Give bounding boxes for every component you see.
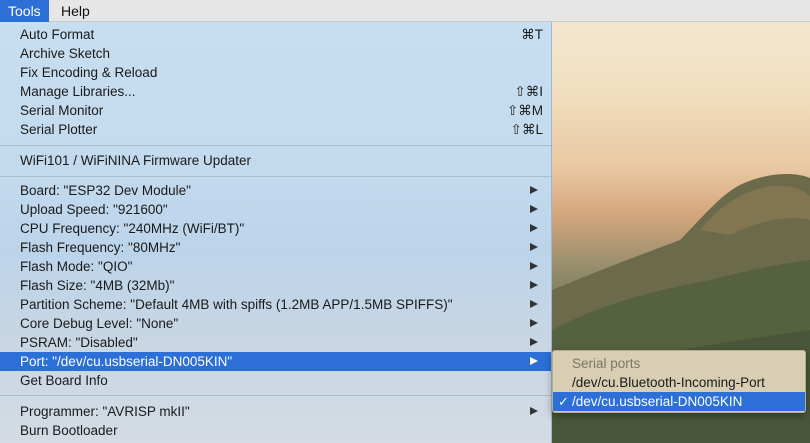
menu-item-label: Serial Monitor (20, 103, 104, 118)
menu-item-label: Serial Plotter (20, 122, 98, 137)
submenu-arrow-icon (530, 357, 538, 365)
menu-item-cpu-frequency[interactable]: CPU Frequency: "240MHz (WiFi/BT)" (0, 219, 551, 238)
submenu-arrow-icon (530, 281, 538, 289)
submenu-arrow-icon (530, 186, 538, 194)
menu-item-label: Archive Sketch (20, 46, 111, 61)
menu-item-label: Flash Frequency: "80MHz" (20, 240, 181, 255)
menu-item-board[interactable]: Board: "ESP32 Dev Module" (0, 181, 551, 200)
menu-item-auto-format[interactable]: Auto Format ⌘T (0, 25, 551, 44)
port-option-bluetooth[interactable]: /dev/cu.Bluetooth-Incoming-Port (553, 373, 805, 392)
checkmark-icon: ✓ (558, 394, 569, 409)
menu-separator (0, 145, 551, 146)
menu-item-label: Partition Scheme: "Default 4MB with spif… (20, 297, 453, 312)
menu-item-label: Upload Speed: "921600" (20, 202, 168, 217)
menu-item-label: Core Debug Level: "None" (20, 316, 179, 331)
menu-item-label: WiFi101 / WiFiNINA Firmware Updater (20, 153, 252, 168)
submenu-arrow-icon (530, 338, 538, 346)
menu-item-label: Port: "/dev/cu.usbserial-DN005KIN" (20, 354, 233, 369)
menu-item-programmer[interactable]: Programmer: "AVRISP mkII" (0, 402, 551, 421)
menu-item-serial-monitor[interactable]: Serial Monitor ⇧⌘M (0, 101, 551, 120)
menu-item-upload-speed[interactable]: Upload Speed: "921600" (0, 200, 551, 219)
menu-item-port[interactable]: Port: "/dev/cu.usbserial-DN005KIN" (0, 352, 551, 371)
menu-item-burn-bootloader[interactable]: Burn Bootloader (0, 421, 551, 440)
submenu-arrow-icon (530, 407, 538, 415)
menu-item-serial-plotter[interactable]: Serial Plotter ⇧⌘L (0, 120, 551, 139)
submenu-arrow-icon (530, 243, 538, 251)
port-option-usbserial[interactable]: ✓ /dev/cu.usbserial-DN005KIN (553, 392, 805, 411)
menu-item-label: PSRAM: "Disabled" (20, 335, 138, 350)
port-option-label: /dev/cu.usbserial-DN005KIN (572, 394, 743, 409)
shortcut-label: ⌘T (521, 27, 543, 42)
menu-tools[interactable]: Tools (0, 0, 49, 22)
menu-item-core-debug-level[interactable]: Core Debug Level: "None" (0, 314, 551, 333)
menu-item-label: Auto Format (20, 27, 95, 42)
menu-item-get-board-info[interactable]: Get Board Info (0, 371, 551, 390)
menu-separator (0, 395, 551, 396)
submenu-arrow-icon (530, 205, 538, 213)
menu-item-label: Burn Bootloader (20, 423, 118, 438)
submenu-header-label: Serial ports (572, 356, 641, 371)
menu-item-flash-frequency[interactable]: Flash Frequency: "80MHz" (0, 238, 551, 257)
menu-item-label: Board: "ESP32 Dev Module" (20, 183, 191, 198)
port-submenu: Serial ports /dev/cu.Bluetooth-Incoming-… (552, 350, 806, 413)
port-option-label: /dev/cu.Bluetooth-Incoming-Port (572, 375, 765, 390)
menu-help[interactable]: Help (53, 0, 98, 22)
menu-item-flash-size[interactable]: Flash Size: "4MB (32Mb)" (0, 276, 551, 295)
menu-item-manage-libraries[interactable]: Manage Libraries... ⇧⌘I (0, 82, 551, 101)
menu-item-label: Flash Mode: "QIO" (20, 259, 133, 274)
menu-item-label: Programmer: "AVRISP mkII" (20, 404, 190, 419)
submenu-arrow-icon (530, 300, 538, 308)
menu-separator (0, 176, 551, 177)
menu-item-flash-mode[interactable]: Flash Mode: "QIO" (0, 257, 551, 276)
shortcut-label: ⇧⌘L (510, 122, 543, 137)
tools-menu: Auto Format ⌘T Archive Sketch Fix Encodi… (0, 22, 552, 443)
shortcut-label: ⇧⌘M (506, 103, 543, 118)
menu-item-label: Manage Libraries... (20, 84, 136, 99)
menu-item-label: CPU Frequency: "240MHz (WiFi/BT)" (20, 221, 245, 236)
submenu-arrow-icon (530, 262, 538, 270)
menu-item-label: Flash Size: "4MB (32Mb)" (20, 278, 175, 293)
menu-item-partition-scheme[interactable]: Partition Scheme: "Default 4MB with spif… (0, 295, 551, 314)
menu-item-fix-encoding[interactable]: Fix Encoding & Reload (0, 63, 551, 82)
menu-item-firmware-updater[interactable]: WiFi101 / WiFiNINA Firmware Updater (0, 151, 551, 170)
submenu-arrow-icon (530, 319, 538, 327)
submenu-arrow-icon (530, 224, 538, 232)
menu-item-psram[interactable]: PSRAM: "Disabled" (0, 333, 551, 352)
menu-item-label: Fix Encoding & Reload (20, 65, 158, 80)
menu-bar: Tools Help (0, 0, 810, 22)
menu-item-label: Get Board Info (20, 373, 108, 388)
menu-item-archive-sketch[interactable]: Archive Sketch (0, 44, 551, 63)
submenu-header: Serial ports (553, 354, 805, 373)
shortcut-label: ⇧⌘I (514, 84, 543, 99)
